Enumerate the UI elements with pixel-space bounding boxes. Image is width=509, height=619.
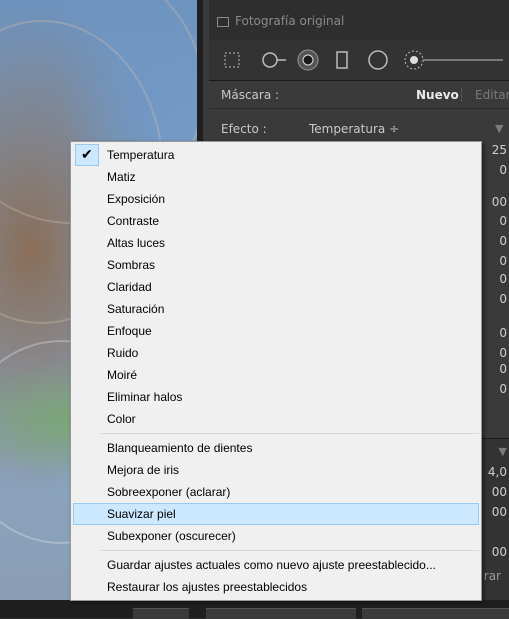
menu-item[interactable]: Enfoque [73, 320, 479, 342]
menu-item[interactable]: Moiré [73, 364, 479, 386]
menu-item-label: Contraste [107, 214, 160, 228]
menu-item[interactable]: Mejora de iris [73, 459, 479, 481]
menu-item-label: Restaurar los ajustes preestablecidos [107, 580, 308, 594]
mask-new-button[interactable]: Nuevo [416, 88, 459, 102]
photo-original-row[interactable]: Fotografía original [209, 0, 509, 41]
menu-item[interactable]: Guardar ajustes actuales como nuevo ajus… [73, 554, 479, 576]
slider-value[interactable]: 25 [492, 143, 507, 157]
slider-value[interactable]: 0 [499, 214, 507, 228]
collapse-triangle-icon[interactable]: ▼ [499, 445, 507, 458]
menu-item-label: Enfoque [107, 324, 152, 338]
crop-overlay-icon[interactable] [223, 51, 241, 69]
menu-item[interactable]: Subexponer (oscurecer) [73, 525, 479, 547]
spot-removal-icon[interactable] [261, 51, 287, 69]
slider-value[interactable]: 0 [499, 326, 507, 340]
graduated-filter-icon[interactable] [333, 51, 351, 69]
effect-context-menu: ✔ Temperatura Matiz Exposición Contraste Alta… [70, 141, 482, 601]
menu-item-label: Blanqueamiento de dientes [107, 441, 253, 455]
slider-value[interactable]: 0 [499, 163, 507, 177]
slider-value[interactable]: 0 [499, 362, 507, 376]
effect-dropdown[interactable]: Temperatura ÷ [309, 122, 399, 136]
menu-item[interactable]: Matiz [73, 166, 479, 188]
partial-label[interactable]: rar [484, 569, 501, 583]
menu-item-label: Suavizar piel [107, 507, 176, 521]
slider-value[interactable]: 0 [499, 346, 507, 360]
menu-item[interactable]: Color [73, 408, 479, 430]
menu-item-label: Saturación [107, 302, 165, 316]
local-tools-strip [209, 40, 509, 81]
radial-filter-icon[interactable] [367, 49, 389, 71]
photo-original-label: Fotografía original [235, 14, 345, 28]
menu-item-label: Sombras [107, 258, 156, 272]
menu-item[interactable]: Sobreexponer (aclarar) [73, 481, 479, 503]
menu-item[interactable]: Claridad [73, 276, 479, 298]
slider-value[interactable]: 0 [499, 234, 507, 248]
filmstrip-tab[interactable] [206, 608, 356, 619]
menu-item-label: Guardar ajustes actuales como nuevo ajus… [107, 558, 436, 572]
menu-item-label: Color [107, 412, 136, 426]
menu-item-label: Sobreexponer (aclarar) [107, 485, 231, 499]
menu-item[interactable]: ✔ Temperatura [73, 144, 479, 166]
effect-row: Efecto : Temperatura ÷ ▼ [209, 118, 509, 142]
menu-item[interactable]: Blanqueamiento de dientes [73, 437, 479, 459]
menu-item[interactable]: Exposición [73, 188, 479, 210]
red-eye-icon[interactable] [297, 49, 319, 71]
divider [461, 88, 462, 102]
menu-item[interactable]: Eliminar halos [73, 386, 479, 408]
menu-item-label: Matiz [107, 170, 136, 184]
menu-item-label: Temperatura [107, 148, 175, 162]
menu-item-label: Ruido [107, 346, 139, 360]
checkmark-icon: ✔ [75, 144, 99, 166]
menu-item-label: Subexponer (oscurecer) [107, 529, 236, 543]
effect-label: Efecto : [221, 122, 267, 136]
menu-item-label: Claridad [107, 280, 152, 294]
slider-value[interactable]: 0 [499, 272, 507, 286]
slider-value[interactable]: 00 [492, 195, 507, 209]
mask-edit-button[interactable]: Editar [475, 88, 509, 102]
menu-item[interactable]: Restaurar los ajustes preestablecidos [73, 576, 479, 598]
menu-item-label: Exposición [107, 192, 166, 206]
slider-value[interactable]: 00 [492, 545, 507, 559]
menu-item[interactable]: Contraste [73, 210, 479, 232]
mask-row: Máscara : Nuevo Editar [209, 80, 509, 109]
menu-item-label: Eliminar halos [107, 390, 183, 404]
slider-value[interactable]: 4,0 [488, 465, 507, 479]
slider-value[interactable]: 00 [492, 485, 507, 499]
adjustment-brush-slider[interactable] [403, 49, 507, 71]
menu-item[interactable]: Ruido [73, 342, 479, 364]
bottom-strip [0, 600, 509, 619]
menu-item[interactable]: Sombras [73, 254, 479, 276]
menu-separator [101, 433, 479, 434]
menu-item[interactable]: Altas luces [73, 232, 479, 254]
menu-item[interactable]: Saturación [73, 298, 479, 320]
slider-value[interactable]: 0 [499, 382, 507, 396]
filmstrip-tab[interactable] [362, 608, 509, 619]
slider-value[interactable]: 0 [499, 292, 507, 306]
menu-item[interactable]: Suavizar piel [73, 503, 479, 525]
slider-value[interactable]: 0 [499, 254, 507, 268]
menu-item-label: Mejora de iris [107, 463, 180, 477]
menu-item-label: Altas luces [107, 236, 166, 250]
slider-value[interactable]: 00 [492, 505, 507, 519]
collapse-triangle-icon[interactable]: ▼ [495, 122, 503, 135]
filmstrip-tab[interactable] [133, 608, 189, 619]
mask-label: Máscara : [221, 88, 280, 102]
menu-item-label: Moiré [107, 368, 138, 382]
checkbox-icon[interactable] [217, 17, 229, 27]
menu-separator [101, 550, 479, 551]
